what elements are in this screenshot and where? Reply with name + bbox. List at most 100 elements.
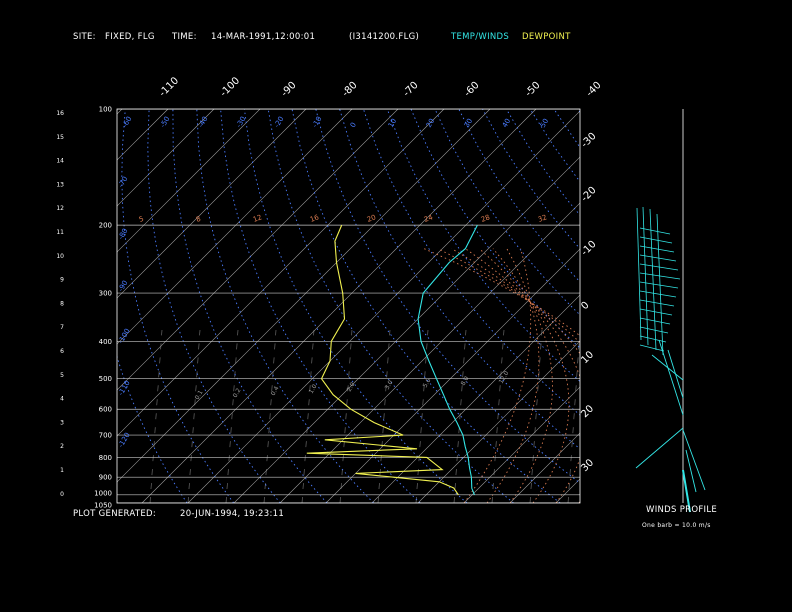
isotherm-line: [509, 432, 580, 503]
pressure-tick-label: 200: [99, 222, 112, 230]
top-temperature-label: -100: [218, 75, 242, 99]
height-tick-label: 16: [56, 110, 64, 117]
mixing-ratio-label: 2.0: [346, 381, 357, 393]
top-temperature-label: -50: [523, 80, 542, 99]
isotherm-line: [117, 109, 353, 345]
wind-barb: [639, 326, 669, 334]
dry-adiabat-line: [482, 109, 580, 250]
mixing-ratio-label: 0.2: [232, 387, 243, 399]
dry-adiabat-line: [673, 109, 792, 503]
isotherm-line: [694, 109, 792, 503]
plot-generated-value: 20-JUN-1994, 19:23:11: [180, 509, 285, 519]
right-temperature-label: -20: [579, 185, 598, 204]
top-temperature-label: -90: [279, 80, 298, 99]
height-tick-label: 6: [60, 348, 64, 355]
dry-adiabat-line: [196, 109, 375, 503]
dry-adiabat-label: 0: [349, 121, 358, 129]
height-tick-label: 10: [56, 253, 64, 260]
moist-adiabat-label: 24: [423, 213, 435, 224]
top-temperature-label: -70: [401, 80, 420, 99]
dry-adiabat-label: -40: [197, 115, 210, 129]
isotherm-line: [648, 109, 792, 503]
mixing-ratio-label: 3.0: [384, 379, 395, 391]
height-tick-label: 9: [60, 277, 64, 284]
height-tick-label: 2: [60, 443, 64, 450]
dry-adiabat-line: [577, 109, 580, 113]
wind-barb-staff: [635, 427, 684, 469]
dry-adiabat-label: -20: [273, 115, 286, 129]
top-temperature-label: -60: [462, 80, 481, 99]
right-temperature-label: -30: [579, 131, 598, 150]
dry-adiabat-line: [602, 109, 792, 503]
mixing-ratio-label: 8.0: [460, 375, 471, 387]
moist-adiabat-line: [486, 248, 540, 503]
winds-profile-title: WINDS PROFILE: [646, 505, 718, 515]
height-tick-label: 7: [60, 324, 64, 331]
wind-barb: [651, 354, 684, 381]
right-temperature-label: 30: [579, 457, 596, 474]
dry-adiabat-label: 30: [463, 117, 474, 129]
dry-adiabat-label: 50: [539, 117, 550, 129]
moist-adiabat-label: 12: [252, 213, 263, 224]
dry-adiabat-line: [220, 109, 421, 503]
pressure-tick-label: 100: [99, 106, 112, 114]
dry-adiabat-label: -110: [117, 379, 132, 397]
wind-barb: [639, 344, 665, 352]
dry-adiabat-line: [434, 109, 580, 316]
dry-adiabat-line: [649, 109, 792, 503]
moist-adiabat-label: 16: [309, 213, 321, 224]
isotherm-line: [117, 109, 215, 207]
temperature-trace: [417, 224, 478, 496]
mixing-ratio-label: 1.0: [308, 383, 319, 395]
moist-adiabat-label: 5: [138, 215, 145, 224]
right-temperature-label: 20: [579, 403, 596, 420]
wind-barb: [639, 299, 675, 307]
height-tick-label: 12: [56, 205, 64, 212]
pressure-tick-label: 900: [99, 474, 112, 482]
dry-adiabat-line: [315, 109, 580, 484]
dry-adiabat-line: [339, 109, 580, 450]
pressure-tick-label: 300: [99, 290, 112, 298]
moist-adiabat-line: [463, 248, 532, 503]
height-tick-label: 13: [56, 181, 64, 188]
height-tick-label: 0: [60, 491, 64, 498]
height-tick-label: 15: [56, 134, 64, 141]
pressure-tick-label: 400: [99, 338, 112, 346]
dry-adiabat-line: [147, 109, 281, 503]
isotherm-line: [417, 340, 580, 503]
isotherm-line: [117, 109, 169, 161]
dry-adiabat-line: [697, 109, 792, 503]
height-tick-label: 14: [56, 158, 64, 165]
moist-adiabat-label: 8: [195, 215, 202, 224]
pressure-tick-label: 700: [99, 432, 112, 440]
wind-barb: [639, 227, 671, 235]
dry-adiabat-label: 20: [425, 117, 436, 129]
wind-barb: [685, 449, 697, 493]
dry-adiabat-line: [410, 109, 580, 349]
height-tick-label: 8: [60, 300, 64, 307]
wind-barb-staff: [642, 206, 649, 346]
wind-barb: [639, 308, 673, 316]
height-tick-label: 5: [60, 372, 64, 379]
dry-adiabat-label: -80: [117, 227, 130, 241]
mixing-ratio-label: 0.1: [194, 389, 205, 401]
isotherm-line: [602, 109, 792, 503]
dry-adiabat-label: -70: [117, 175, 130, 189]
dry-adiabat-line: [243, 109, 468, 503]
dry-adiabat-label: -60: [121, 115, 134, 129]
moist-adiabat-label: 32: [537, 213, 548, 224]
dry-adiabat-line: [505, 109, 580, 216]
moist-adiabat-line: [465, 248, 580, 503]
dry-adiabat-label: -50: [159, 115, 172, 129]
dry-adiabat-line: [458, 109, 580, 283]
wind-barb: [639, 254, 677, 262]
pressure-tick-label: 1000: [94, 489, 112, 497]
dry-adiabat-label: 10: [387, 117, 398, 129]
dry-adiabat-line: [625, 109, 792, 503]
mixing-ratio-label: 0.4: [270, 385, 281, 397]
dry-adiabat-line: [721, 109, 792, 503]
isotherm-line: [463, 386, 580, 503]
skewt-chart: 1002003004005006007008009001000105016151…: [56, 75, 792, 513]
right-temperature-label: -10: [579, 239, 598, 258]
height-tick-label: 1: [60, 467, 64, 474]
